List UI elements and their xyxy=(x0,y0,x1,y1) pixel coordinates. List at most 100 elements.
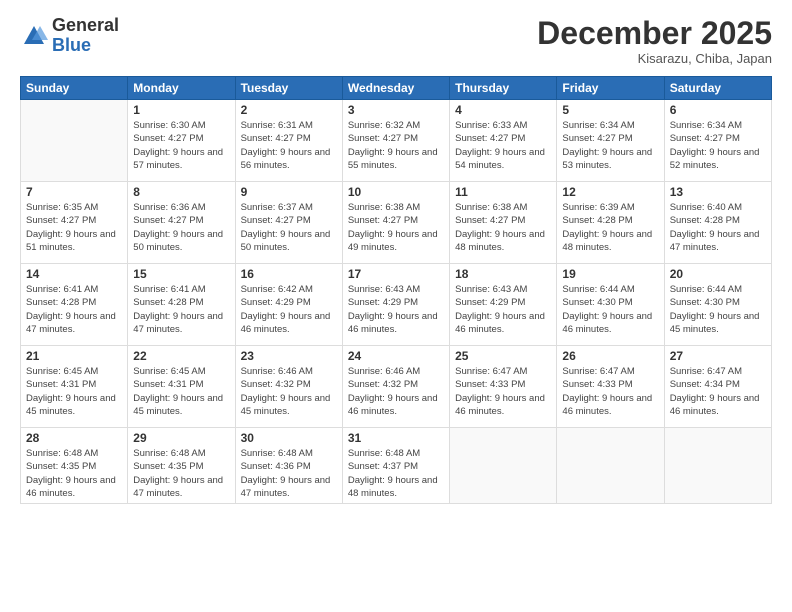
day-number-21: 21 xyxy=(26,349,122,363)
cell-w2-d4: 10 Sunrise: 6:38 AM Sunset: 4:27 PM Dayli… xyxy=(342,182,449,264)
day-number-11: 11 xyxy=(455,185,551,199)
cell-w1-d4: 3Sunrise: 6:32 AM Sunset: 4:27 PM Daylig… xyxy=(342,100,449,182)
cell-w2-d3: 9 Sunrise: 6:37 AM Sunset: 4:27 PM Daylig… xyxy=(235,182,342,264)
header-tuesday: Tuesday xyxy=(235,77,342,100)
day-info-12: Sunrise: 6:39 AM Sunset: 4:28 PM Dayligh… xyxy=(562,201,658,254)
cell-w1-d6: 5 Sunrise: 6:34 AM Sunset: 4:27 PM Daylig… xyxy=(557,100,664,182)
week-row-3: 14 Sunrise: 6:41 AM Sunset: 4:28 PM Dayli… xyxy=(21,264,772,346)
day-number-4: 4 xyxy=(455,103,551,117)
day-number-26: 26 xyxy=(562,349,658,363)
cell-w5-d4: 31Sunrise: 6:48 AM Sunset: 4:37 PM Dayli… xyxy=(342,428,449,504)
day-info-3: Sunrise: 6:32 AM Sunset: 4:27 PM Dayligh… xyxy=(348,119,444,172)
cell-w2-d2: 8 Sunrise: 6:36 AM Sunset: 4:27 PM Daylig… xyxy=(128,182,235,264)
day-info-30: Sunrise: 6:48 AM Sunset: 4:36 PM Dayligh… xyxy=(241,447,337,500)
day-number-17: 17 xyxy=(348,267,444,281)
header-sunday: Sunday xyxy=(21,77,128,100)
day-info-20: Sunrise: 6:44 AM Sunset: 4:30 PM Dayligh… xyxy=(670,283,766,336)
cell-w4-d4: 24Sunrise: 6:46 AM Sunset: 4:32 PM Dayli… xyxy=(342,346,449,428)
cell-w3-d5: 18Sunrise: 6:43 AM Sunset: 4:29 PM Dayli… xyxy=(450,264,557,346)
logo: General Blue xyxy=(20,16,119,56)
day-info-1: Sunrise: 6:30 AM Sunset: 4:27 PM Dayligh… xyxy=(133,119,229,172)
header: General Blue December 2025 Kisarazu, Chi… xyxy=(20,16,772,66)
cell-w1-d5: 4 Sunrise: 6:33 AM Sunset: 4:27 PM Daylig… xyxy=(450,100,557,182)
header-thursday: Thursday xyxy=(450,77,557,100)
header-monday: Monday xyxy=(128,77,235,100)
cell-w3-d4: 17 Sunrise: 6:43 AM Sunset: 4:29 PM Dayli… xyxy=(342,264,449,346)
day-number-30: 30 xyxy=(241,431,337,445)
day-number-23: 23 xyxy=(241,349,337,363)
day-number-15: 15 xyxy=(133,267,229,281)
weekday-header-row: Sunday Monday Tuesday Wednesday Thursday… xyxy=(21,77,772,100)
cell-w5-d7 xyxy=(664,428,771,504)
day-number-16: 16 xyxy=(241,267,337,281)
day-info-2: Sunrise: 6:31 AM Sunset: 4:27 PM Dayligh… xyxy=(241,119,337,172)
day-info-27: Sunrise: 6:47 AM Sunset: 4:34 PM Dayligh… xyxy=(670,365,766,418)
logo-blue-text: Blue xyxy=(52,36,119,56)
cell-w1-d1 xyxy=(21,100,128,182)
day-info-5: Sunrise: 6:34 AM Sunset: 4:27 PM Dayligh… xyxy=(562,119,658,172)
day-info-17: Sunrise: 6:43 AM Sunset: 4:29 PM Dayligh… xyxy=(348,283,444,336)
day-number-12: 12 xyxy=(562,185,658,199)
day-number-9: 9 xyxy=(241,185,337,199)
day-info-9: Sunrise: 6:37 AM Sunset: 4:27 PM Dayligh… xyxy=(241,201,337,254)
cell-w4-d2: 22 Sunrise: 6:45 AM Sunset: 4:31 PM Dayli… xyxy=(128,346,235,428)
cell-w2-d7: 13 Sunrise: 6:40 AM Sunset: 4:28 PM Dayli… xyxy=(664,182,771,264)
day-number-8: 8 xyxy=(133,185,229,199)
week-row-2: 7 Sunrise: 6:35 AM Sunset: 4:27 PM Daylig… xyxy=(21,182,772,264)
cell-w3-d3: 16 Sunrise: 6:42 AM Sunset: 4:29 PM Dayli… xyxy=(235,264,342,346)
day-number-14: 14 xyxy=(26,267,122,281)
week-row-4: 21 Sunrise: 6:45 AM Sunset: 4:31 PM Dayli… xyxy=(21,346,772,428)
cell-w4-d1: 21 Sunrise: 6:45 AM Sunset: 4:31 PM Dayli… xyxy=(21,346,128,428)
cell-w2-d6: 12 Sunrise: 6:39 AM Sunset: 4:28 PM Dayli… xyxy=(557,182,664,264)
day-info-16: Sunrise: 6:42 AM Sunset: 4:29 PM Dayligh… xyxy=(241,283,337,336)
cell-w3-d7: 20Sunrise: 6:44 AM Sunset: 4:30 PM Dayli… xyxy=(664,264,771,346)
month-title: December 2025 xyxy=(537,16,772,51)
cell-w5-d5 xyxy=(450,428,557,504)
day-info-8: Sunrise: 6:36 AM Sunset: 4:27 PM Dayligh… xyxy=(133,201,229,254)
calendar-table: Sunday Monday Tuesday Wednesday Thursday… xyxy=(20,76,772,504)
day-number-18: 18 xyxy=(455,267,551,281)
day-info-15: Sunrise: 6:41 AM Sunset: 4:28 PM Dayligh… xyxy=(133,283,229,336)
day-number-25: 25 xyxy=(455,349,551,363)
day-number-5: 5 xyxy=(562,103,658,117)
day-number-19: 19 xyxy=(562,267,658,281)
cell-w4-d7: 27 Sunrise: 6:47 AM Sunset: 4:34 PM Dayli… xyxy=(664,346,771,428)
day-number-22: 22 xyxy=(133,349,229,363)
day-number-29: 29 xyxy=(133,431,229,445)
day-number-1: 1 xyxy=(133,103,229,117)
day-info-10: Sunrise: 6:38 AM Sunset: 4:27 PM Dayligh… xyxy=(348,201,444,254)
day-info-26: Sunrise: 6:47 AM Sunset: 4:33 PM Dayligh… xyxy=(562,365,658,418)
logo-general-text: General xyxy=(52,16,119,36)
day-info-4: Sunrise: 6:33 AM Sunset: 4:27 PM Dayligh… xyxy=(455,119,551,172)
day-number-27: 27 xyxy=(670,349,766,363)
page: General Blue December 2025 Kisarazu, Chi… xyxy=(0,0,792,612)
day-info-31: Sunrise: 6:48 AM Sunset: 4:37 PM Dayligh… xyxy=(348,447,444,500)
day-info-28: Sunrise: 6:48 AM Sunset: 4:35 PM Dayligh… xyxy=(26,447,122,500)
cell-w5-d2: 29 Sunrise: 6:48 AM Sunset: 4:35 PM Dayli… xyxy=(128,428,235,504)
header-friday: Friday xyxy=(557,77,664,100)
day-number-13: 13 xyxy=(670,185,766,199)
day-info-11: Sunrise: 6:38 AM Sunset: 4:27 PM Dayligh… xyxy=(455,201,551,254)
day-number-28: 28 xyxy=(26,431,122,445)
day-number-2: 2 xyxy=(241,103,337,117)
day-info-13: Sunrise: 6:40 AM Sunset: 4:28 PM Dayligh… xyxy=(670,201,766,254)
day-number-10: 10 xyxy=(348,185,444,199)
day-info-19: Sunrise: 6:44 AM Sunset: 4:30 PM Dayligh… xyxy=(562,283,658,336)
day-info-23: Sunrise: 6:46 AM Sunset: 4:32 PM Dayligh… xyxy=(241,365,337,418)
header-saturday: Saturday xyxy=(664,77,771,100)
day-info-14: Sunrise: 6:41 AM Sunset: 4:28 PM Dayligh… xyxy=(26,283,122,336)
day-info-7: Sunrise: 6:35 AM Sunset: 4:27 PM Dayligh… xyxy=(26,201,122,254)
cell-w3-d2: 15 Sunrise: 6:41 AM Sunset: 4:28 PM Dayli… xyxy=(128,264,235,346)
cell-w5-d6 xyxy=(557,428,664,504)
cell-w5-d1: 28 Sunrise: 6:48 AM Sunset: 4:35 PM Dayli… xyxy=(21,428,128,504)
day-number-24: 24 xyxy=(348,349,444,363)
day-info-29: Sunrise: 6:48 AM Sunset: 4:35 PM Dayligh… xyxy=(133,447,229,500)
logo-icon xyxy=(20,22,48,50)
day-info-22: Sunrise: 6:45 AM Sunset: 4:31 PM Dayligh… xyxy=(133,365,229,418)
day-info-21: Sunrise: 6:45 AM Sunset: 4:31 PM Dayligh… xyxy=(26,365,122,418)
title-block: December 2025 Kisarazu, Chiba, Japan xyxy=(537,16,772,66)
week-row-5: 28 Sunrise: 6:48 AM Sunset: 4:35 PM Dayli… xyxy=(21,428,772,504)
day-number-7: 7 xyxy=(26,185,122,199)
cell-w3-d1: 14 Sunrise: 6:41 AM Sunset: 4:28 PM Dayli… xyxy=(21,264,128,346)
cell-w4-d6: 26 Sunrise: 6:47 AM Sunset: 4:33 PM Dayli… xyxy=(557,346,664,428)
